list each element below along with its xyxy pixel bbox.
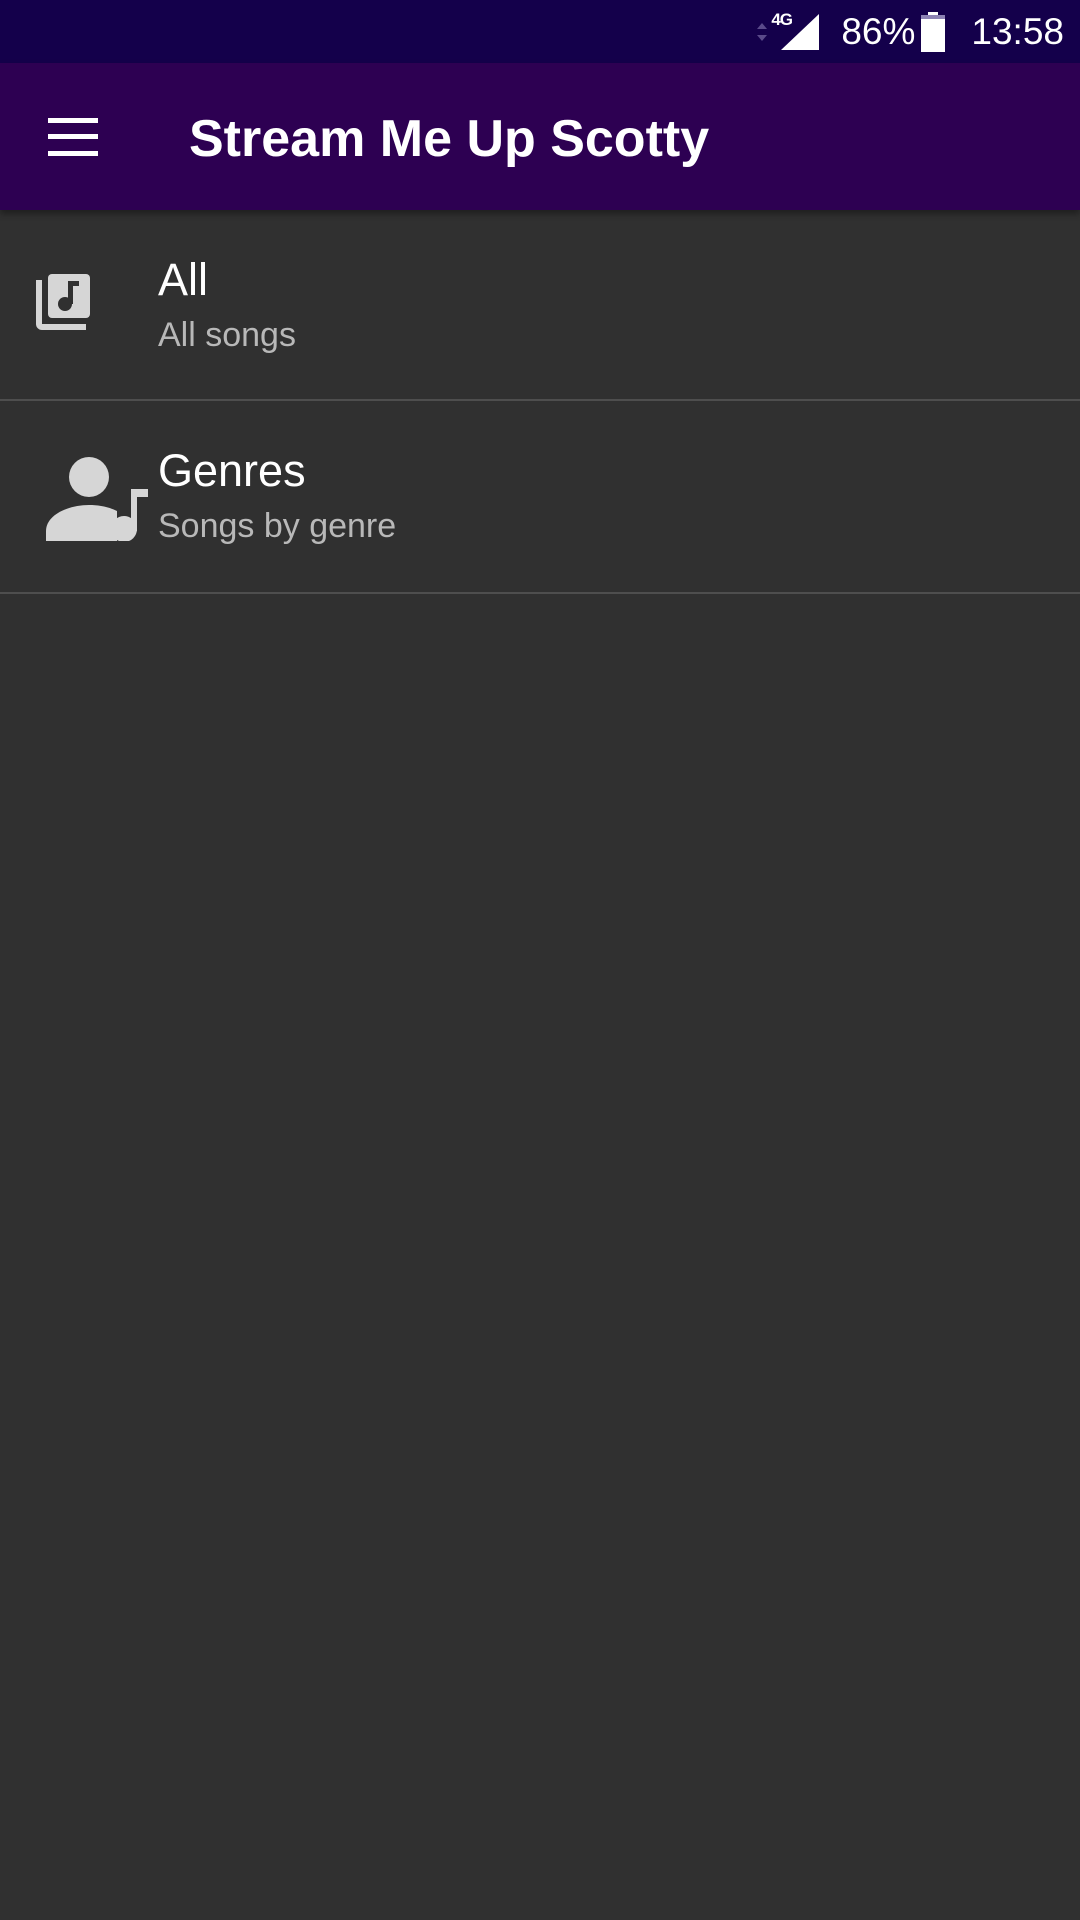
- list-item-genres[interactable]: Genres Songs by genre: [0, 401, 1080, 594]
- item-subtitle: Songs by genre: [158, 507, 397, 545]
- category-list: All All songs Genres Songs by genre: [0, 210, 1080, 594]
- item-title: Genres: [158, 445, 306, 496]
- item-title: All: [158, 254, 209, 305]
- library-music-icon: [36, 274, 90, 330]
- data-activity-icon: [757, 22, 768, 41]
- status-bar: 4G 86% 13:58: [0, 0, 1080, 63]
- person-music-icon: [46, 457, 148, 541]
- item-subtitle: All songs: [158, 316, 296, 354]
- battery-icon: [921, 11, 946, 52]
- app-title: Stream Me Up Scotty: [189, 110, 710, 168]
- battery-percent: 86%: [841, 10, 916, 52]
- list-item-all[interactable]: All All songs: [0, 210, 1080, 401]
- app-bar: Stream Me Up Scotty: [0, 63, 1080, 210]
- clock: 13:58: [971, 10, 1064, 52]
- status-icons: 4G 86% 13:58: [755, 0, 1064, 63]
- signal-icon: 4G: [771, 9, 820, 52]
- network-type-label: 4G: [771, 9, 793, 29]
- menu-icon: [48, 118, 98, 156]
- menu-button[interactable]: [30, 99, 116, 175]
